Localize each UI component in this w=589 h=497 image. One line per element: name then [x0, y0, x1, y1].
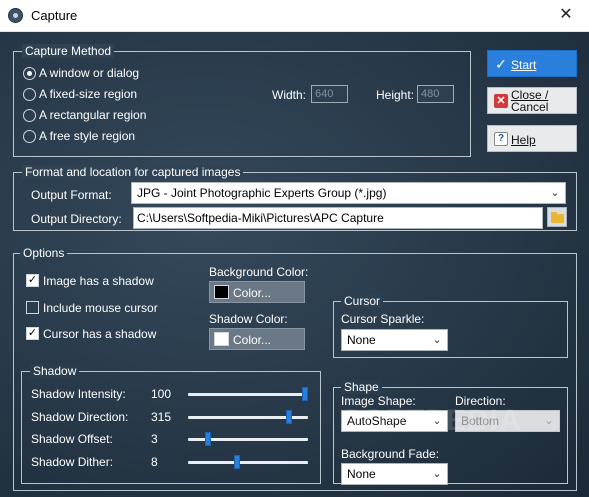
folder-browse-icon[interactable] [547, 207, 567, 227]
shadow-dither-slider[interactable] [233, 455, 240, 469]
shadow-direction-label: Shadow Direction: [31, 410, 129, 424]
width-input[interactable]: 640 [311, 85, 348, 103]
capture-method-legend: Capture Method [22, 44, 115, 58]
background-fade-select[interactable]: None ⌄ [341, 463, 448, 485]
shadow-direction-value: 315 [151, 410, 172, 424]
checkmark-icon: ✓ [495, 56, 507, 72]
radio-window-or-dialog[interactable] [23, 67, 36, 80]
shadow-legend: Shadow [30, 364, 80, 378]
format-location-legend: Format and location for captured images [22, 165, 244, 179]
checkbox-include-cursor[interactable] [26, 301, 39, 314]
chevron-down-icon: ⌄ [544, 415, 554, 427]
output-format-value: JPG - Joint Photographic Experts Group (… [137, 186, 387, 200]
shadow-intensity-track [188, 393, 308, 396]
checkbox-cursor-shadow[interactable]: ✓ [26, 327, 39, 340]
radio-rectangular-region-label[interactable]: A rectangular region [39, 108, 146, 122]
checkbox-cursor-shadow-label[interactable]: Cursor has a shadow [43, 327, 156, 341]
background-fade-value: None [347, 467, 376, 481]
close-cancel-button-label: Close / Cancel [511, 89, 548, 113]
cursor-sparkle-select[interactable]: None ⌄ [341, 329, 448, 351]
background-color-button[interactable]: Color... [209, 281, 305, 303]
cursor-legend: Cursor [341, 294, 384, 308]
radio-free-style-region-label[interactable]: A free style region [39, 129, 135, 143]
background-color-label: Background Color: [209, 265, 309, 279]
output-format-select[interactable]: JPG - Joint Photographic Experts Group (… [131, 182, 566, 204]
cursor-sparkle-label: Cursor Sparkle: [341, 312, 425, 326]
output-directory-label: Output Directory: [31, 212, 122, 226]
shadow-dither-value: 8 [151, 455, 158, 469]
checkbox-image-shadow[interactable]: ✓ [26, 274, 39, 287]
chevron-down-icon: ⌄ [432, 334, 442, 346]
shadow-dither-label: Shadow Dither: [31, 455, 114, 469]
shadow-offset-slider[interactable] [205, 432, 212, 446]
radio-free-style-region[interactable] [23, 130, 36, 143]
shadow-group: Shadow Shadow Intensity: 100 Shadow Dire… [21, 364, 321, 484]
start-button-label: Start [511, 58, 537, 72]
close-cancel-button[interactable]: ✕ Close / Cancel [487, 87, 577, 114]
shadow-offset-label: Shadow Offset: [31, 432, 113, 446]
title-bar: Capture ✕ [0, 0, 589, 32]
format-location-group: Format and location for captured images … [13, 165, 577, 231]
radio-fixed-size-region-label[interactable]: A fixed-size region [39, 87, 137, 101]
close-x-icon: ✕ [494, 94, 508, 108]
window-title: Capture [31, 8, 78, 23]
checkbox-image-shadow-label[interactable]: Image has a shadow [43, 274, 154, 288]
options-legend: Options [20, 246, 68, 260]
shadow-offset-value: 3 [151, 432, 158, 446]
radio-fixed-size-region[interactable] [23, 88, 36, 101]
background-fade-label: Background Fade: [341, 447, 440, 461]
close-label-line2: Cancel [511, 100, 549, 114]
shadow-color-button[interactable]: Color... [209, 328, 305, 350]
help-button[interactable]: ? Help [487, 125, 577, 152]
checkbox-include-cursor-label[interactable]: Include mouse cursor [43, 301, 158, 315]
background-color-swatch [214, 285, 229, 299]
shadow-color-button-label: Color... [233, 333, 272, 347]
height-input[interactable]: 480 [417, 85, 454, 103]
shadow-intensity-value: 100 [151, 387, 172, 401]
watermark: SOFTPEDIA [341, 404, 522, 437]
app-icon [8, 8, 23, 23]
shape-legend: Shape [341, 380, 382, 394]
shadow-intensity-slider[interactable] [302, 387, 308, 401]
chevron-down-icon: ⌄ [550, 187, 560, 199]
start-button[interactable]: ✓ Start [487, 50, 577, 77]
radio-rectangular-region[interactable] [23, 109, 36, 122]
radio-window-or-dialog-label[interactable]: A window or dialog [39, 66, 139, 80]
shadow-direction-slider[interactable] [286, 410, 293, 424]
cursor-sparkle-value: None [347, 333, 376, 347]
shadow-dither-track [188, 461, 308, 464]
window-close-icon[interactable]: ✕ [543, 0, 589, 31]
output-format-label: Output Format: [31, 188, 112, 202]
help-question-icon: ? [494, 132, 508, 146]
options-group: Options ✓ Image has a shadow Include mou… [13, 246, 577, 491]
chevron-down-icon: ⌄ [432, 468, 442, 480]
background-color-button-label: Color... [233, 286, 272, 300]
height-label: Height: [376, 88, 415, 102]
cursor-group: Cursor Cursor Sparkle: None ⌄ [333, 294, 568, 358]
shadow-color-swatch [214, 332, 229, 346]
capture-method-group: Capture Method A window or dialog A fixe… [13, 44, 471, 157]
help-button-label: Help [511, 133, 536, 147]
width-label: Width: [272, 88, 307, 102]
dialog-body: Capture Method A window or dialog A fixe… [0, 32, 589, 497]
shadow-color-label: Shadow Color: [209, 312, 288, 326]
output-directory-value: C:\Users\Softpedia-Miki\Pictures\APC Cap… [137, 211, 384, 225]
shadow-intensity-label: Shadow Intensity: [31, 387, 126, 401]
output-directory-input[interactable]: C:\Users\Softpedia-Miki\Pictures\APC Cap… [133, 207, 543, 229]
